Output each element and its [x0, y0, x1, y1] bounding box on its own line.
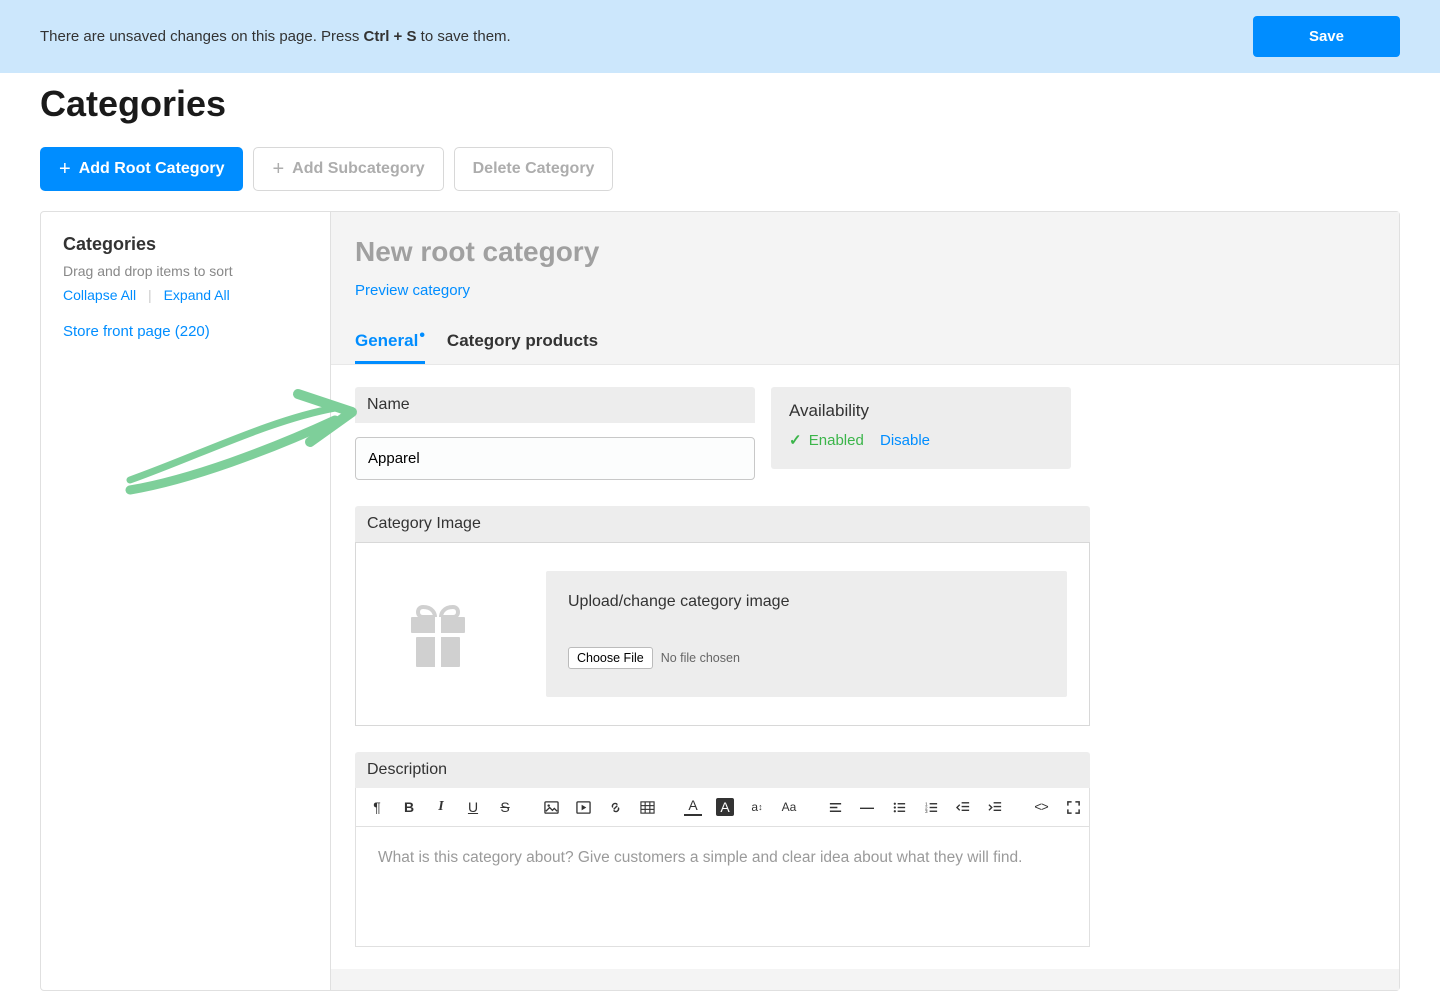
store-front-page-link[interactable]: Store front page (220): [63, 323, 308, 340]
text-case-icon[interactable]: Aa: [780, 798, 798, 816]
bold-icon[interactable]: B: [400, 798, 418, 816]
description-label: Description: [355, 752, 1090, 788]
description-section: Description ¶ B I U S A A a↕ Aa: [355, 752, 1090, 947]
collapse-all-link[interactable]: Collapse All: [63, 287, 136, 303]
banner-text: There are unsaved changes on this page. …: [40, 28, 511, 45]
availability-status: ✓ Enabled Disable: [789, 431, 1053, 449]
table-icon[interactable]: [638, 798, 656, 816]
background-color-icon[interactable]: A: [716, 798, 734, 816]
form-area: Name Availability ✓ Enabled Disable: [331, 365, 1399, 969]
sidebar-hint: Drag and drop items to sort: [63, 263, 308, 279]
disable-link[interactable]: Disable: [880, 432, 930, 449]
upload-title: Upload/change category image: [568, 593, 1045, 611]
delete-label: Delete Category: [473, 160, 595, 178]
separator: |: [148, 287, 152, 303]
svg-text:3: 3: [924, 809, 927, 814]
underline-icon[interactable]: U: [464, 798, 482, 816]
availability-box: Availability ✓ Enabled Disable: [771, 387, 1071, 469]
description-placeholder: What is this category about? Give custom…: [378, 849, 1067, 867]
file-status: No file chosen: [661, 651, 740, 665]
tab-category-products[interactable]: Category products: [447, 321, 598, 364]
tab-general[interactable]: General•: [355, 321, 425, 364]
gift-icon: [378, 595, 498, 673]
categories-sidebar: Categories Drag and drop items to sort C…: [41, 212, 331, 990]
sidebar-links: Collapse All | Expand All: [63, 287, 308, 303]
banner-shortcut: Ctrl + S: [364, 28, 417, 45]
content-header: New root category Preview category: [331, 212, 1399, 321]
save-button[interactable]: Save: [1253, 16, 1400, 57]
preview-category-link[interactable]: Preview category: [355, 282, 470, 299]
link-icon[interactable]: [606, 798, 624, 816]
outdent-icon[interactable]: [954, 798, 972, 816]
sidebar-title: Categories: [63, 234, 308, 255]
category-name-input[interactable]: [355, 437, 755, 480]
tab-modified-indicator: •: [419, 327, 425, 344]
description-editor[interactable]: What is this category about? Give custom…: [355, 827, 1090, 947]
main-panel: Categories Drag and drop items to sort C…: [40, 211, 1400, 991]
enabled-status: Enabled: [809, 432, 864, 449]
banner-text-before: There are unsaved changes on this page. …: [40, 28, 364, 45]
add-sub-label: Add Subcategory: [292, 160, 424, 178]
delete-category-button[interactable]: Delete Category: [454, 147, 614, 191]
banner-text-after: to save them.: [416, 28, 510, 45]
upload-panel: Upload/change category image Choose File…: [546, 571, 1067, 697]
ordered-list-icon[interactable]: 123: [922, 798, 940, 816]
image-upload-box: Upload/change category image Choose File…: [355, 542, 1090, 726]
check-icon: ✓: [789, 432, 802, 449]
name-label: Name: [355, 387, 755, 423]
tabs: General• Category products: [331, 321, 1399, 365]
availability-label: Availability: [789, 401, 1053, 421]
italic-icon[interactable]: I: [432, 798, 450, 816]
indent-icon[interactable]: [986, 798, 1004, 816]
name-column: Name: [355, 387, 755, 480]
strikethrough-icon[interactable]: S: [496, 798, 514, 816]
content-title: New root category: [355, 236, 1375, 268]
align-icon[interactable]: [826, 798, 844, 816]
unordered-list-icon[interactable]: [890, 798, 908, 816]
choose-file-button[interactable]: Choose File: [568, 647, 653, 669]
tab-general-label: General: [355, 331, 418, 350]
image-icon[interactable]: [542, 798, 560, 816]
plus-icon: +: [59, 159, 71, 179]
code-icon[interactable]: <>: [1032, 798, 1050, 816]
add-root-category-button[interactable]: + Add Root Category: [40, 147, 243, 191]
category-action-bar: + Add Root Category + Add Subcategory De…: [40, 147, 1400, 191]
unsaved-changes-banner: There are unsaved changes on this page. …: [0, 0, 1440, 73]
page-title: Categories: [40, 83, 1400, 125]
video-icon[interactable]: [574, 798, 592, 816]
font-size-icon[interactable]: a↕: [748, 798, 766, 816]
horizontal-rule-icon[interactable]: —: [858, 798, 876, 816]
paragraph-icon[interactable]: ¶: [368, 798, 386, 816]
add-root-label: Add Root Category: [79, 160, 225, 178]
expand-all-link[interactable]: Expand All: [164, 287, 230, 303]
category-image-label: Category Image: [355, 506, 1090, 542]
plus-icon: +: [272, 159, 284, 179]
name-availability-row: Name Availability ✓ Enabled Disable: [355, 387, 1375, 480]
availability-column: Availability ✓ Enabled Disable: [771, 387, 1071, 469]
category-image-section: Category Image: [355, 506, 1090, 726]
category-editor: New root category Preview category Gener…: [331, 212, 1399, 990]
fullscreen-icon[interactable]: [1064, 798, 1082, 816]
file-chooser-row: Choose File No file chosen: [568, 647, 1045, 669]
text-color-icon[interactable]: A: [684, 798, 702, 816]
editor-toolbar: ¶ B I U S A A a↕ Aa —: [355, 788, 1090, 827]
add-subcategory-button[interactable]: + Add Subcategory: [253, 147, 443, 191]
